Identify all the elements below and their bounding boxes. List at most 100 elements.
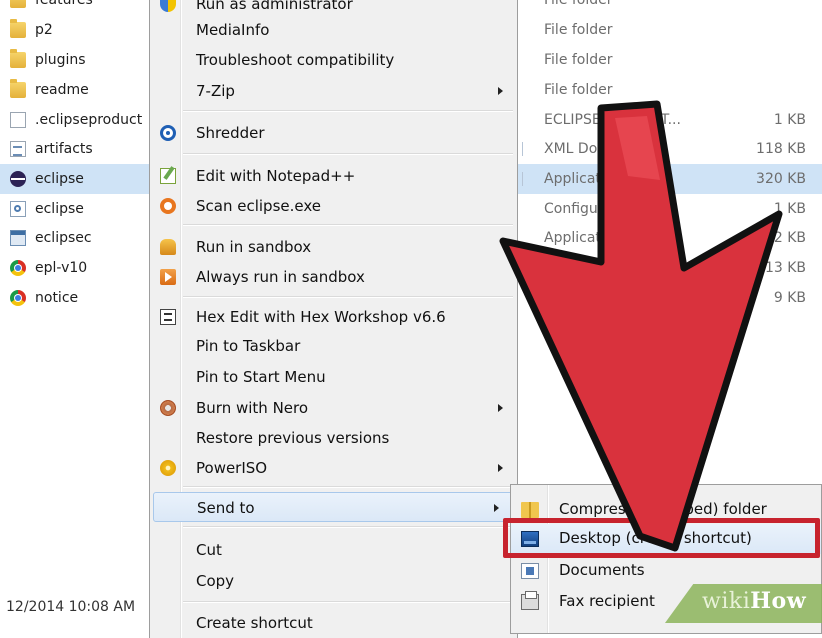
nero-disc-icon [160,400,176,416]
menu-label: Pin to Start Menu [196,368,326,386]
shredder-icon [160,125,176,141]
detail-row[interactable]: Configuration s... 1 KB [518,194,822,224]
menu-item-hex-edit[interactable]: Hex Edit with Hex Workshop v6.6 [150,302,517,332]
menu-label: 7-Zip [196,82,235,100]
detail-row[interactable]: XML Document 118 KB [518,134,822,164]
menu-label: Cut [196,541,222,559]
file-name: eclipsec [35,230,92,246]
file-size: 22 KB [764,230,806,246]
folder-icon [10,79,26,98]
file-type: File folder [544,82,613,98]
menu-item-pin-start[interactable]: Pin to Start Menu [150,362,517,392]
menu-label: Shredder [196,124,265,142]
antivirus-scan-icon [160,198,176,214]
menu-item-7zip[interactable]: 7-Zip [150,76,517,106]
menu-label: Pin to Taskbar [196,337,301,355]
sandbox-play-icon [160,269,176,285]
menu-item-create-shortcut[interactable]: Create shortcut [150,608,517,638]
menu-label: Send to [197,499,255,517]
submenu-arrow-icon [498,464,503,472]
poweriso-icon [160,460,176,476]
detail-row[interactable]: 13 KB [518,253,822,283]
menu-label: Create shortcut [196,614,313,632]
menu-item-send-to[interactable]: Send to [153,492,514,522]
file-row[interactable]: artifacts [0,134,150,164]
menu-separator [183,153,513,155]
menu-item-run-in-sandbox[interactable]: Run in sandbox [150,232,517,262]
file-row[interactable]: features [0,0,150,15]
detail-row-selected[interactable]: Application 320 KB [518,164,822,194]
file-type: File folder [544,0,613,8]
hex-workshop-icon [160,309,176,325]
menu-label: Hex Edit with Hex Workshop v6.6 [196,308,446,326]
submenu-label: Compressed (zipped) folder [559,500,767,518]
file-row[interactable]: p2 [0,15,150,45]
menu-item-notepadpp[interactable]: Edit with Notepad++ [150,161,517,191]
menu-separator [183,601,513,603]
submenu-arrow-icon [494,504,499,512]
detail-row[interactable]: File folder [518,75,822,105]
folder-icon [10,49,26,68]
detail-row[interactable]: ECLIPSEPRODUCT... 1 KB [518,105,822,135]
detail-row[interactable]: File folder [518,45,822,75]
menu-item-restore-versions[interactable]: Restore previous versions [150,423,517,453]
context-menu: Run as administrator MediaInfo Troublesh… [149,0,518,638]
file-name: eclipse [35,201,84,217]
menu-item-shredder[interactable]: Shredder [150,118,517,148]
file-size: 1 KB [773,201,806,217]
file-row[interactable]: eclipsec [0,223,150,253]
config-icon [10,201,26,217]
documents-icon [521,563,539,579]
file-size: 1 KB [773,112,806,128]
document-icon [10,112,26,128]
highlight-box [503,518,820,558]
menu-item-troubleshoot[interactable]: Troubleshoot compatibility [150,45,517,75]
xml-icon [10,141,26,157]
file-size: 13 KB [764,260,806,276]
menu-label: Run in sandbox [196,238,312,256]
folder-icon [10,0,26,8]
file-row[interactable]: readme [0,75,150,105]
submenu-arrow-icon [498,404,503,412]
file-row[interactable]: notice [0,283,150,313]
file-size: 9 KB [773,290,806,306]
zip-folder-icon [521,502,539,518]
file-type: ECLIPSEPRODUCT... [544,112,681,128]
uac-shield-icon [160,0,176,12]
file-name: notice [35,290,79,306]
detail-row[interactable]: File folder [518,0,822,15]
file-type: Application [544,230,623,246]
file-name: .eclipseproduct [35,112,143,128]
menu-separator [183,296,513,298]
submenu-item-documents[interactable]: Documents [511,556,821,586]
menu-item-scan[interactable]: Scan eclipse.exe [150,191,517,221]
file-row[interactable]: eclipse [0,194,150,224]
file-row[interactable]: plugins [0,45,150,75]
menu-label: Run as administrator [196,0,353,13]
menu-item-burn-nero[interactable]: Burn with Nero [150,393,517,423]
wikihow-logo: wikiHow [702,588,806,614]
menu-label: Troubleshoot compatibility [196,51,395,69]
menu-item-cut[interactable]: Cut [150,535,517,565]
file-name: plugins [35,52,86,68]
file-name: artifacts [35,141,93,157]
file-name: eclipse [35,171,84,187]
menu-separator [183,526,513,528]
menu-item-copy[interactable]: Copy [150,566,517,596]
menu-item-always-run-in-sandbox[interactable]: Always run in sandbox [150,262,517,292]
notepad-plus-plus-icon [160,168,176,184]
menu-label: MediaInfo [196,21,270,39]
application-icon [10,230,26,246]
detail-row[interactable]: 9 KB [518,283,822,313]
file-size: 118 KB [756,141,806,157]
file-row[interactable]: .eclipseproduct [0,105,150,135]
file-row-selected[interactable]: eclipse [0,164,150,194]
detail-row[interactable]: File folder [518,15,822,45]
menu-item-poweriso[interactable]: PowerISO [150,453,517,483]
file-type: File folder [544,52,613,68]
menu-item-pin-taskbar[interactable]: Pin to Taskbar [150,331,517,361]
menu-separator [183,224,513,226]
file-row[interactable]: epl-v10 [0,253,150,283]
menu-item-mediainfo[interactable]: MediaInfo [150,15,517,45]
detail-row[interactable]: Application 22 KB [518,223,822,253]
